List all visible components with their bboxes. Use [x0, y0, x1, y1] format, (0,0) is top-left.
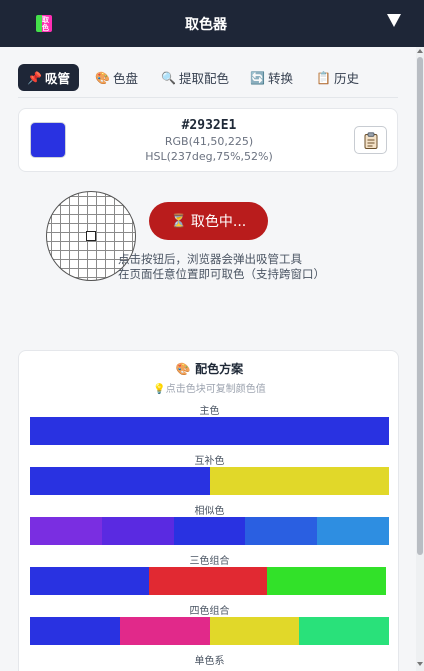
pick-color-button[interactable]: ⏳ 取色中...: [149, 202, 268, 240]
color-block[interactable]: [30, 417, 389, 445]
complementary-color-strip: [30, 467, 389, 495]
tab-extract-colors[interactable]: 🔍 提取配色: [161, 64, 229, 91]
color-block[interactable]: [245, 517, 318, 545]
hex-value: #2932E1: [181, 118, 237, 133]
tab-history[interactable]: 📋 历史: [316, 64, 359, 91]
scroll-down-arrow-icon[interactable]: [417, 662, 423, 666]
tab-convert[interactable]: 🔄 转换: [250, 64, 293, 91]
scrollbar-thumb[interactable]: [417, 57, 423, 555]
color-block[interactable]: [30, 567, 149, 595]
clipboard-icon: 📋: [316, 70, 331, 85]
tab-bar: 📌 吸管 🎨 色盘 🔍 提取配色 🔄 转换 📋 历史: [18, 64, 398, 98]
scheme-title: 🎨 配色方案: [175, 362, 244, 376]
picker-hint-line1: 点击按钮后，浏览器会弹出吸管工具: [118, 252, 302, 266]
row-label-analogous: 相似色: [194, 506, 225, 517]
tab-palette[interactable]: 🎨 色盘: [95, 64, 138, 91]
scroll-up-arrow-icon[interactable]: [417, 49, 423, 53]
hsl-value: HSL(237deg,75%,52%): [145, 150, 273, 163]
analogous-color-strip: [30, 517, 389, 545]
refresh-icon: 🔄: [250, 70, 265, 85]
color-block[interactable]: [148, 567, 268, 595]
app-header: 取色 取色器: [0, 0, 424, 47]
scheme-hint: 💡点击色块可复制颜色值: [153, 384, 266, 395]
row-label-primary: 主色: [199, 406, 220, 417]
magnifier-icon: 🔍: [161, 70, 176, 85]
triadic-color-strip: [30, 567, 387, 595]
color-block[interactable]: [30, 517, 102, 545]
color-block[interactable]: [101, 517, 174, 545]
magnifier-center-cell: [86, 231, 96, 241]
color-block[interactable]: [209, 467, 389, 495]
color-block[interactable]: [299, 617, 389, 645]
hourglass-icon: ⏳: [170, 213, 187, 229]
lightbulb-icon: 💡: [153, 384, 166, 395]
color-block[interactable]: [119, 617, 210, 645]
row-label-triadic: 三色组合: [189, 556, 230, 567]
row-label-complementary: 互补色: [194, 456, 225, 467]
color-block[interactable]: [173, 517, 246, 545]
color-block[interactable]: [209, 617, 300, 645]
color-block[interactable]: [30, 467, 210, 495]
triangle-down-icon[interactable]: [387, 14, 401, 27]
palette-icon: 🎨: [175, 362, 191, 376]
color-block[interactable]: [30, 617, 120, 645]
primary-color-strip: [30, 417, 389, 445]
row-label-monochrome: 单色系: [194, 656, 225, 667]
tetradic-color-strip: [30, 617, 389, 645]
picker-hint-line2: 在页面任意位置即可取色（支持跨窗口）: [118, 267, 325, 281]
vertical-scrollbar[interactable]: [416, 47, 424, 671]
copy-button[interactable]: [354, 126, 387, 154]
clipboard-icon: [364, 131, 377, 149]
color-block[interactable]: [267, 567, 387, 595]
tab-eyedropper[interactable]: 📌 吸管: [18, 64, 80, 91]
current-color-card: #2932E1 RGB(41,50,225) HSL(237deg,75%,52…: [18, 108, 398, 172]
app-title: 取色器: [185, 17, 227, 33]
palette-icon: 🎨: [95, 70, 110, 85]
row-label-tetradic: 四色组合: [189, 606, 230, 617]
rgb-value: RGB(41,50,225): [164, 135, 254, 148]
pushpin-icon: 📌: [27, 70, 42, 85]
color-scheme-card: 🎨 配色方案 💡点击色块可复制颜色值 主色 互补色 相似色 三色组合 四色组合 …: [18, 350, 399, 671]
color-block[interactable]: [317, 517, 389, 545]
